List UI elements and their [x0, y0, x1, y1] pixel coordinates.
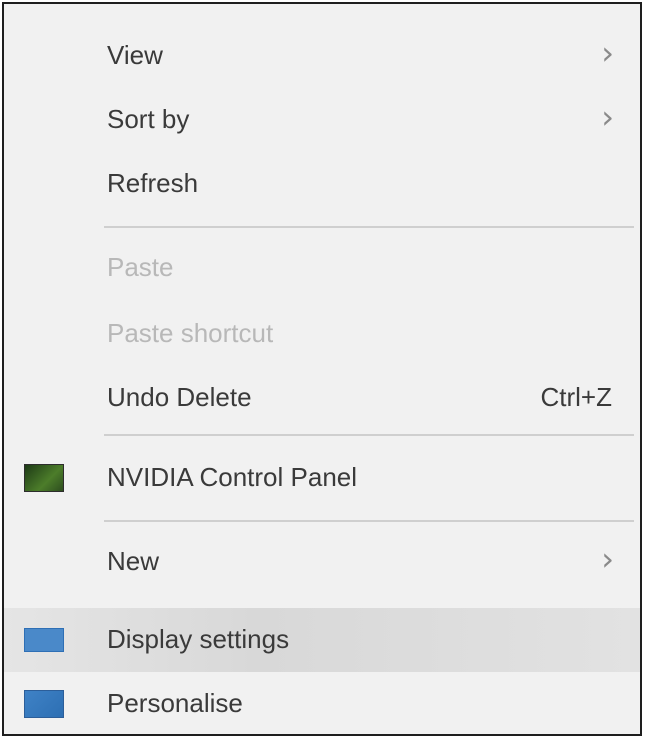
- menu-separator: [104, 226, 634, 228]
- menu-separator: [104, 520, 634, 522]
- menu-item-label: Undo Delete: [107, 382, 252, 412]
- submenu-arrow-icon: ›: [601, 34, 614, 72]
- submenu-arrow-icon: ›: [601, 540, 614, 578]
- menu-item-label: Refresh: [107, 168, 199, 198]
- shortcut-text: Ctrl+Z: [540, 382, 613, 412]
- menu-item-undo-delete[interactable]: Undo Delete Ctrl+Z: [4, 366, 640, 430]
- menu-item-display-settings[interactable]: Display settings: [4, 608, 640, 672]
- personalise-icon: [24, 690, 64, 718]
- menu-item-sort-by[interactable]: Sort by ›: [4, 88, 640, 152]
- menu-item-label: Sort by: [107, 104, 190, 134]
- menu-item-nvidia-control-panel[interactable]: NVIDIA Control Panel: [4, 446, 640, 510]
- menu-item-label: NVIDIA Control Panel: [107, 462, 358, 492]
- menu-item-label: Display settings: [107, 624, 290, 654]
- menu-item-refresh[interactable]: Refresh: [4, 152, 640, 216]
- submenu-arrow-icon: ›: [601, 98, 614, 136]
- menu-item-label: New: [107, 546, 160, 576]
- menu-item-label: View: [107, 40, 163, 70]
- menu-item-paste-shortcut: Paste shortcut: [4, 302, 640, 366]
- menu-item-view[interactable]: View ›: [4, 24, 640, 88]
- menu-item-new[interactable]: New ›: [4, 530, 640, 594]
- menu-item-label: Personalise: [107, 688, 243, 718]
- menu-item-label: Paste: [107, 252, 174, 282]
- menu-item-personalise[interactable]: Personalise: [4, 672, 640, 734]
- menu-item-paste: Paste: [4, 236, 640, 300]
- nvidia-icon: [24, 464, 64, 492]
- desktop-context-menu: View › Sort by › Refresh Paste Paste sho…: [2, 2, 642, 736]
- display-icon: [24, 628, 64, 652]
- menu-separator: [104, 434, 634, 436]
- menu-item-label: Paste shortcut: [107, 318, 274, 348]
